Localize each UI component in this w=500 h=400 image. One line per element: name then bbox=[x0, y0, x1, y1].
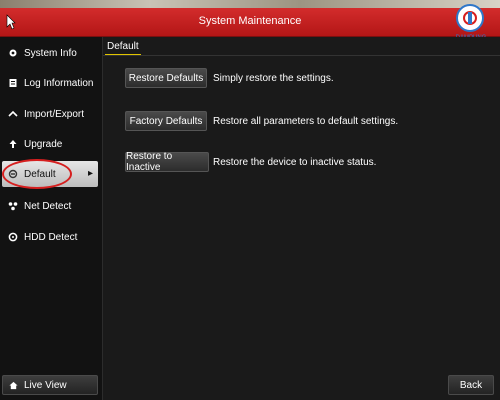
sidebar-item-label: Default bbox=[24, 168, 56, 180]
sidebar-item-label: Upgrade bbox=[24, 138, 63, 150]
net-detect-icon bbox=[8, 202, 18, 211]
gear-icon bbox=[9, 49, 17, 57]
background-strip bbox=[0, 0, 500, 8]
restore-defaults-description: Simply restore the settings. bbox=[213, 73, 334, 84]
live-view-label: Live View bbox=[24, 379, 67, 391]
window-title: System Maintenance bbox=[198, 15, 302, 27]
upgrade-icon bbox=[9, 140, 17, 148]
sidebar-item-label: HDD Detect bbox=[24, 231, 78, 243]
sidebar-item-log-information[interactable]: Log Information bbox=[2, 70, 98, 96]
live-view-button[interactable]: Live View bbox=[2, 375, 98, 395]
sidebar: System Info Log Information Import/Expor… bbox=[0, 37, 103, 400]
import-export-icon bbox=[8, 110, 18, 117]
back-button[interactable]: Back bbox=[448, 375, 494, 395]
sidebar-item-upgrade[interactable]: Upgrade bbox=[2, 131, 98, 157]
restore-defaults-button[interactable]: Restore Defaults bbox=[125, 68, 207, 88]
title-bar: System Maintenance bbox=[0, 8, 500, 37]
sidebar-item-default[interactable]: Default ▸ bbox=[2, 161, 98, 187]
sidebar-item-hdd-detect[interactable]: HDD Detect bbox=[2, 224, 98, 250]
chevron-right-icon: ▸ bbox=[87, 168, 93, 179]
factory-defaults-description: Restore all parameters to default settin… bbox=[213, 116, 399, 127]
sidebar-item-label: Net Detect bbox=[24, 200, 72, 212]
sidebar-item-net-detect[interactable]: Net Detect bbox=[2, 193, 98, 219]
sidebar-item-system-info[interactable]: System Info bbox=[2, 40, 98, 66]
factory-defaults-button[interactable]: Factory Defaults bbox=[125, 111, 207, 131]
default-icon bbox=[8, 169, 18, 179]
sidebar-item-import-export[interactable]: Import/Export bbox=[2, 101, 98, 127]
log-icon bbox=[9, 79, 17, 87]
tab-default[interactable]: Default bbox=[105, 41, 141, 56]
sidebar-item-label: System Info bbox=[24, 47, 77, 59]
home-icon bbox=[9, 381, 18, 389]
sidebar-item-label: Import/Export bbox=[24, 108, 85, 120]
sidebar-item-label: Log Information bbox=[24, 77, 94, 89]
main-content: Default Restore Defaults Simply restore … bbox=[103, 37, 500, 400]
tab-divider bbox=[103, 55, 500, 56]
restore-to-inactive-description: Restore the device to inactive status. bbox=[213, 157, 377, 168]
hdd-detect-icon bbox=[8, 232, 18, 242]
restore-to-inactive-button[interactable]: Restore to Inactive bbox=[125, 151, 209, 173]
